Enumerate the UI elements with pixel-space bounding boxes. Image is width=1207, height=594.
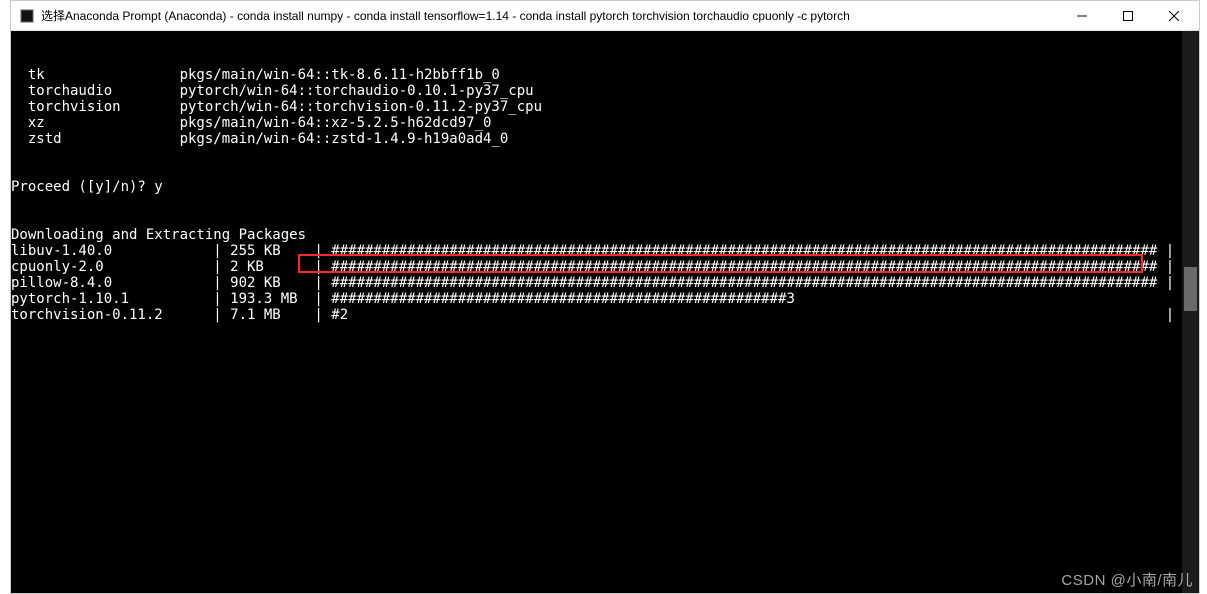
window-title: 选择Anaconda Prompt (Anaconda) - conda ins… — [41, 7, 850, 24]
terminal-line: zstd pkgs/main/win-64::zstd-1.4.9-h19a0a… — [11, 131, 1199, 147]
terminal-line: tk pkgs/main/win-64::tk-8.6.11-h2bbff1b_… — [11, 67, 1199, 83]
close-button[interactable] — [1151, 1, 1197, 31]
terminal-line — [11, 163, 1199, 179]
vertical-scrollbar[interactable] — [1182, 31, 1199, 593]
app-icon — [19, 8, 35, 24]
terminal-line — [11, 147, 1199, 163]
cropped-background — [0, 0, 10, 594]
terminal-line: pytorch-1.10.1 | 193.3 MB | ############… — [11, 291, 1199, 307]
terminal-line: torchvision-0.11.2 | 7.1 MB | #2 | 1% — [11, 307, 1199, 323]
terminal-line: xz pkgs/main/win-64::xz-5.2.5-h62dcd97_0 — [11, 115, 1199, 131]
terminal-line — [11, 211, 1199, 227]
terminal-line: libuv-1.40.0 | 255 KB | ################… — [11, 243, 1199, 259]
minimize-button[interactable] — [1059, 1, 1105, 31]
terminal-line: Downloading and Extracting Packages — [11, 227, 1199, 243]
maximize-button[interactable] — [1105, 1, 1151, 31]
terminal-line: cpuonly-2.0 | 2 KB | ###################… — [11, 259, 1199, 275]
terminal-line — [11, 195, 1199, 211]
terminal-area[interactable]: tk pkgs/main/win-64::tk-8.6.11-h2bbff1b_… — [11, 31, 1199, 593]
terminal-line: pillow-8.4.0 | 902 KB | ################… — [11, 275, 1199, 291]
terminal-line: Proceed ([y]/n)? y — [11, 179, 1199, 195]
anaconda-prompt-window: 选择Anaconda Prompt (Anaconda) - conda ins… — [10, 0, 1200, 594]
titlebar[interactable]: 选择Anaconda Prompt (Anaconda) - conda ins… — [11, 1, 1199, 31]
scrollbar-thumb[interactable] — [1184, 267, 1197, 311]
terminal-line: torchvision pytorch/win-64::torchvision-… — [11, 99, 1199, 115]
terminal-line: torchaudio pytorch/win-64::torchaudio-0.… — [11, 83, 1199, 99]
